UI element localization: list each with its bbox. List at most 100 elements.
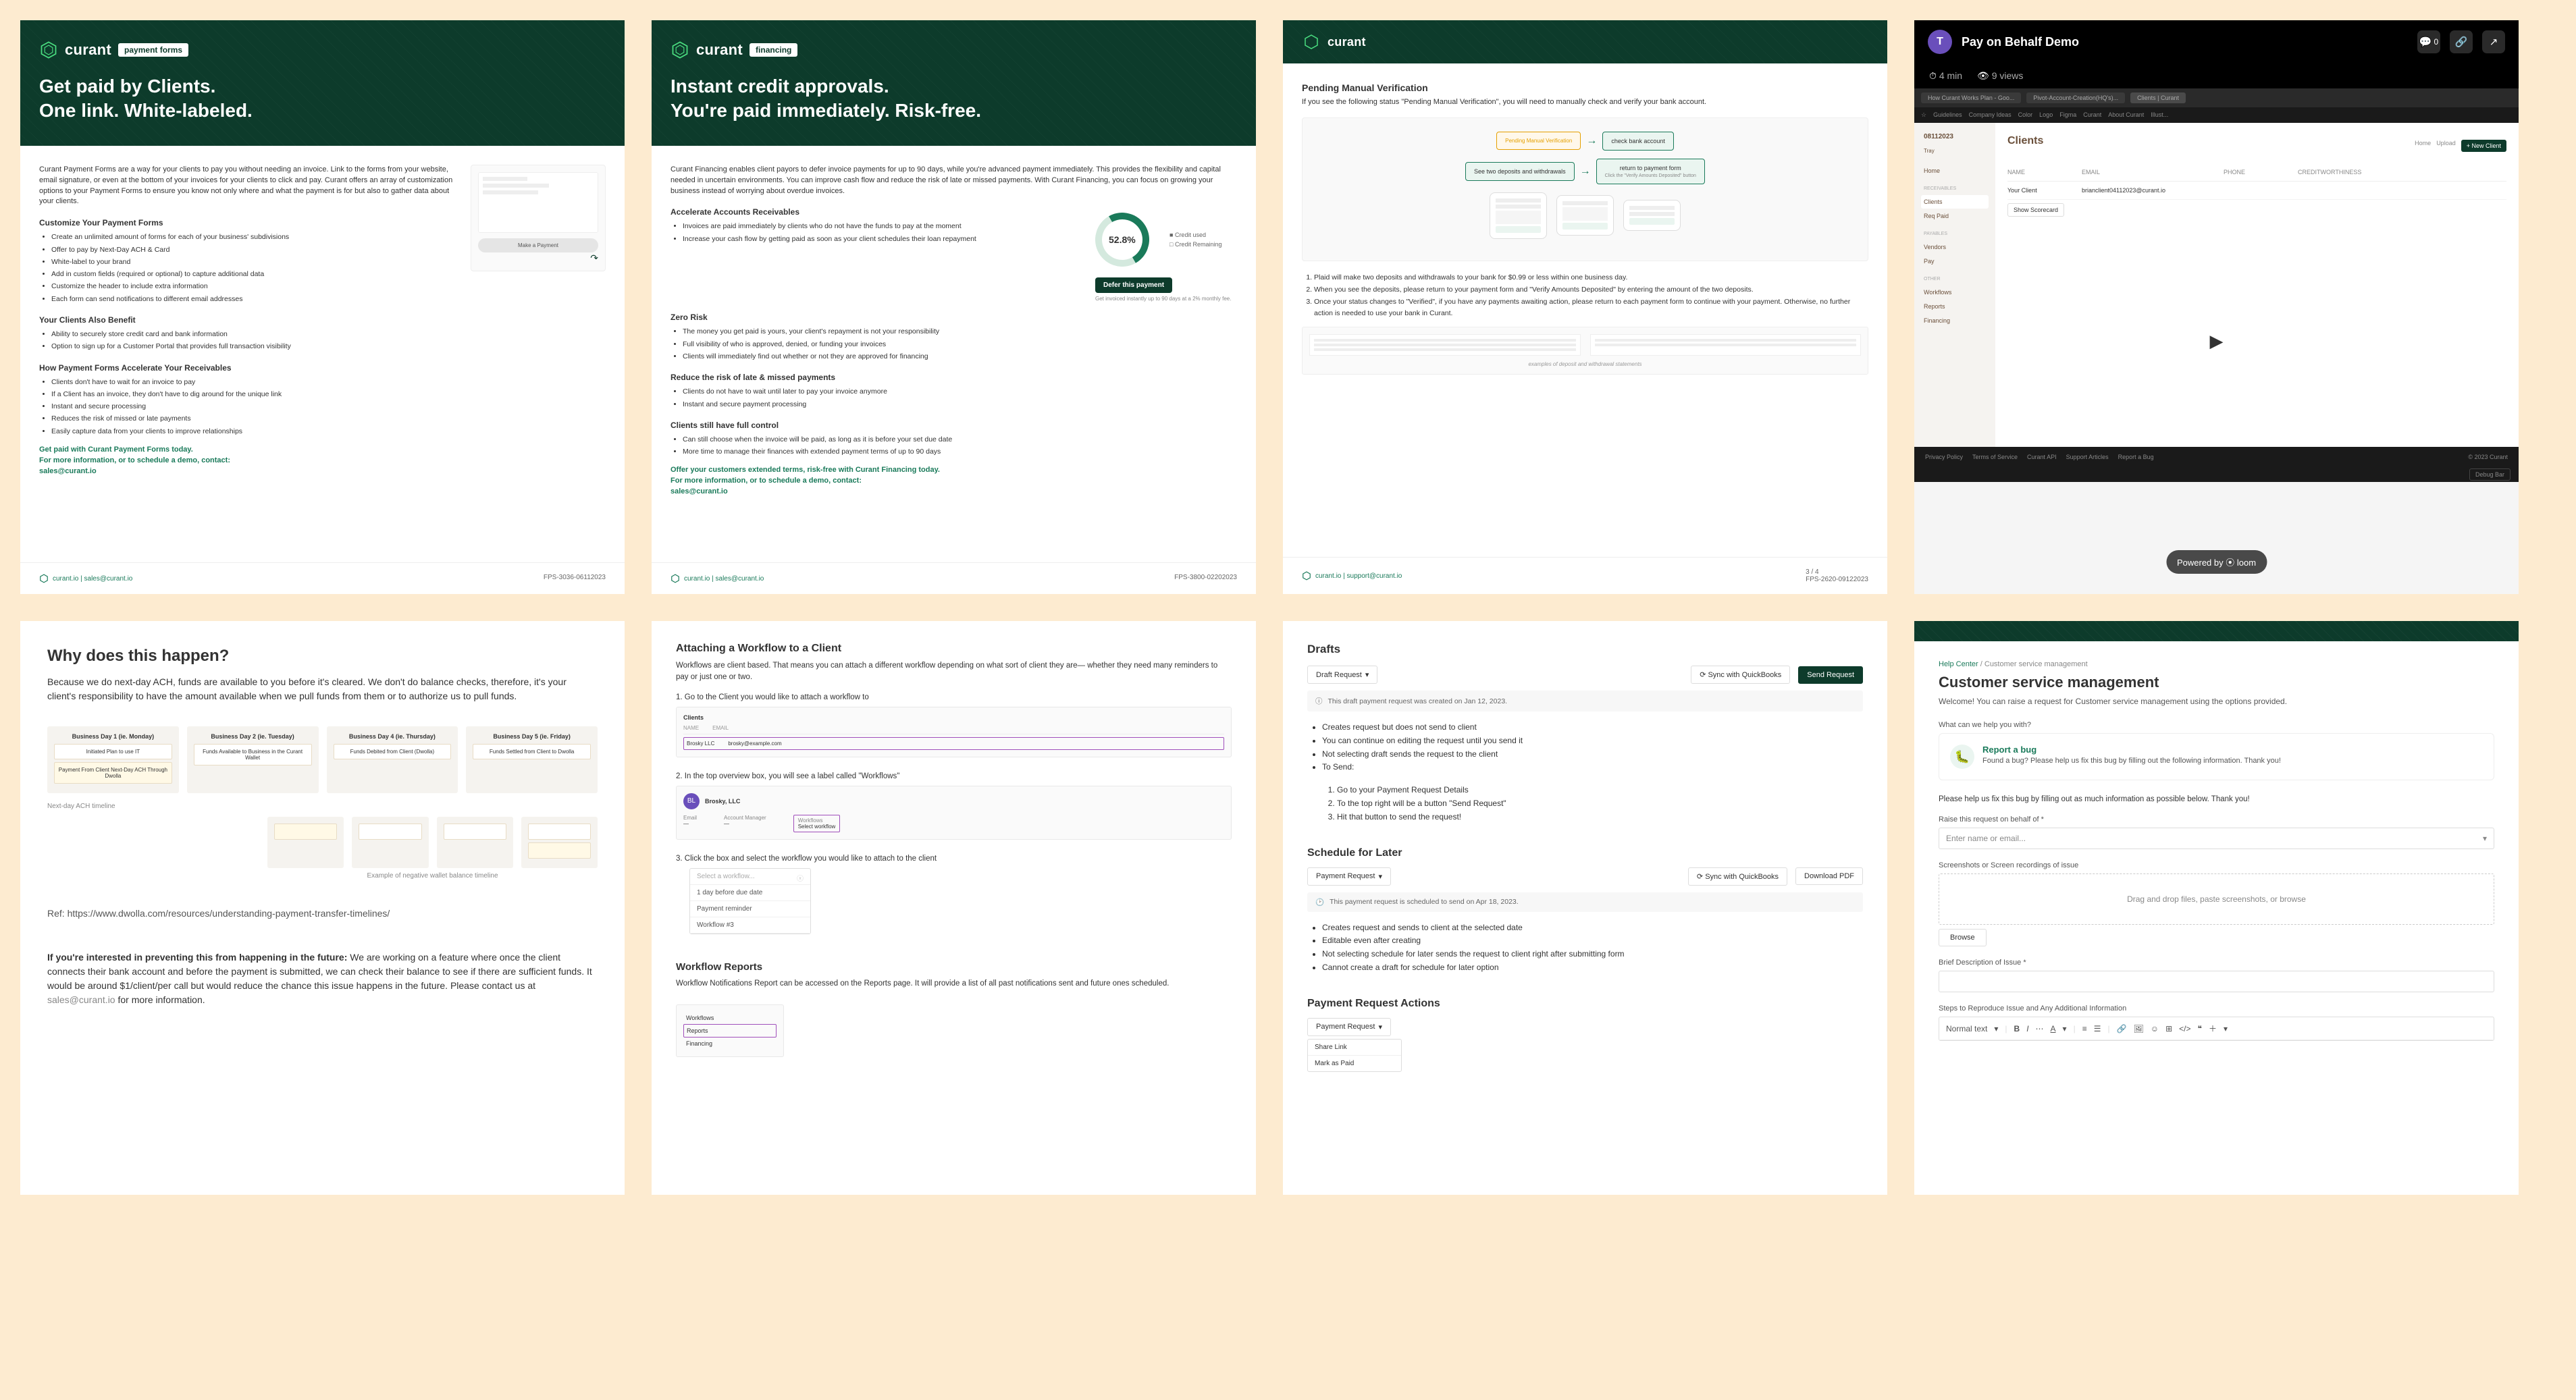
- avatar: T: [1928, 30, 1952, 54]
- workflow-dropdown: Select a workflow... ⓧ 1 day before due …: [689, 868, 811, 934]
- draft-note: ⓘThis draft payment request was created …: [1307, 691, 1863, 711]
- loom-video-card: T Pay on Behalf Demo 💬 0 🔗 ↗ ⏱ 4 min 👁 9…: [1914, 20, 2519, 594]
- chevron-down-icon: ▾: [1378, 1023, 1382, 1031]
- chevron-down-icon: ▾: [2483, 834, 2487, 843]
- brochure-payment-forms: curant payment forms Get paid by Clients…: [20, 20, 625, 594]
- link-icon[interactable]: 🔗: [2450, 30, 2473, 53]
- link-icon[interactable]: 🔗: [2117, 1024, 2127, 1033]
- requester-select[interactable]: Enter name or email...▾: [1939, 828, 2494, 849]
- form-mockup: Make a Payment ↷: [471, 165, 606, 271]
- reference-link: Ref: https://www.dwolla.com/resources/un…: [47, 907, 598, 921]
- chevron-down-icon: ▾: [1365, 670, 1369, 679]
- description-input[interactable]: [1939, 971, 2494, 992]
- views: 👁 9 views: [1977, 70, 2023, 82]
- clients-screenshot: Clients NAMEEMAIL Brosky LLCbrosky@examp…: [676, 707, 1232, 757]
- rich-text-editor[interactable]: Normal text▾ | B I ⋯ A▾ | ≡ ☰ | 🔗 🖼 ☺ ⊞ …: [1939, 1017, 2494, 1041]
- image-icon[interactable]: 🖼: [2134, 1024, 2144, 1033]
- sync-qb-button[interactable]: ⟳ Sync with QuickBooks: [1691, 666, 1790, 684]
- video-title: Pay on Behalf Demo: [1962, 35, 2408, 49]
- footer-contact: curant.io | sales@curant.io: [39, 574, 132, 583]
- external-link-icon[interactable]: ↗: [2482, 30, 2505, 53]
- payment-request-button[interactable]: Payment Request ▾: [1307, 867, 1391, 886]
- sidebar-clients[interactable]: Clients: [1921, 195, 1989, 209]
- code-icon[interactable]: </>: [2179, 1024, 2190, 1033]
- bug-icon: 🐛: [1950, 745, 1974, 769]
- plus-icon[interactable]: ＋: [2209, 1023, 2217, 1034]
- file-dropzone[interactable]: Drag and drop files, paste screenshots, …: [1939, 873, 2494, 925]
- hero-title-a: Get paid by Clients.: [39, 76, 215, 97]
- browser-tabs: How Curant Works Plan - Goo...Pivot-Acco…: [1914, 88, 2519, 107]
- sidebar-pay[interactable]: Pay: [1921, 254, 1989, 268]
- send-request-button[interactable]: Send Request: [1798, 666, 1863, 684]
- video-screenshot[interactable]: How Curant Works Plan - Goo...Pivot-Acco…: [1914, 88, 2519, 594]
- sidebar-reports[interactable]: Reports: [1921, 300, 1989, 313]
- debug-bar-button[interactable]: Debug Bar: [2469, 468, 2511, 481]
- ach-timeline: Business Day 1 (ie. Monday)Initiated Pla…: [47, 726, 598, 793]
- sidebar-home[interactable]: Home: [1921, 164, 1989, 178]
- chevron-down-icon: ▾: [1994, 1024, 1998, 1033]
- browse-button[interactable]: Browse: [1939, 929, 1987, 946]
- italic-icon[interactable]: I: [2026, 1024, 2028, 1033]
- emoji-icon[interactable]: ☺: [2151, 1024, 2159, 1033]
- clock-icon: 🕑: [1315, 898, 1324, 907]
- hero: curant payment forms Get paid by Clients…: [20, 20, 625, 146]
- logo-hex-icon: [671, 574, 680, 583]
- phone-mockup: [1556, 195, 1614, 236]
- phone-mockup: [1490, 192, 1547, 239]
- flow-diagram: Pending Manual Verification → check bank…: [1302, 117, 1868, 261]
- brochure-verification: curant Pending Manual Verification If yo…: [1283, 20, 1887, 594]
- doc-heading: Why does this happen?: [47, 647, 598, 666]
- sidebar-workflows[interactable]: Workflows: [1921, 286, 1989, 299]
- payment-request-dropdown[interactable]: Payment Request ▾: [1307, 1018, 1391, 1036]
- draft-request-button[interactable]: Draft Request ▾: [1307, 666, 1377, 684]
- sync-qb-button[interactable]: ⟳ Sync with QuickBooks: [1688, 867, 1787, 886]
- schedule-note: 🕑This payment request is scheduled to se…: [1307, 892, 1863, 912]
- logo-hex-icon: [39, 41, 58, 59]
- comment-icon[interactable]: 💬 0: [2417, 30, 2440, 53]
- table-row[interactable]: Your Clientbrianclient04112023@curant.io: [2007, 182, 2506, 200]
- sidebar-financing[interactable]: Financing: [1921, 314, 1989, 327]
- doc-drafts: Drafts Draft Request ▾ ⟳ Sync with Quick…: [1283, 621, 1887, 1195]
- support-form: Help Center / Customer service managemen…: [1914, 621, 2519, 1195]
- brochure-financing: curant financing Instant credit approval…: [652, 20, 1256, 594]
- arrow-right-icon: →: [1580, 165, 1591, 178]
- bullet-list-icon[interactable]: ≡: [2082, 1024, 2087, 1033]
- new-client-button[interactable]: + New Client: [2461, 140, 2506, 152]
- page-title: Customer service management: [1939, 674, 2494, 691]
- show-scorecard-button[interactable]: Show Scorecard: [2007, 203, 2064, 217]
- sidebar: 08112023 Tray Home RECEIVABLES Clients R…: [1914, 123, 1995, 447]
- phone-mockup: [1623, 200, 1681, 231]
- bold-icon[interactable]: B: [2014, 1024, 2020, 1033]
- info-icon: ⓘ: [1315, 696, 1323, 706]
- donut-chart: 52.8%: [1089, 207, 1155, 273]
- make-payment-button: Make a Payment: [478, 238, 598, 252]
- statement-mockup: examples of deposit and withdrawal state…: [1302, 327, 1868, 375]
- product-tag: payment forms: [118, 43, 188, 57]
- breadcrumb: Help Center / Customer service managemen…: [1939, 660, 2494, 668]
- logo-hex-icon: [671, 41, 689, 59]
- page-heading: Clients: [2007, 135, 2043, 147]
- request-type-option[interactable]: 🐛 Report a bugFound a bug? Please help u…: [1939, 733, 2494, 780]
- brand: curant: [65, 41, 111, 59]
- logo-hex-icon: [1302, 32, 1321, 51]
- duration: ⏱ 4 min: [1929, 70, 1962, 82]
- play-button-icon[interactable]: ▶: [2193, 318, 2240, 365]
- number-list-icon[interactable]: ☰: [2094, 1024, 2101, 1033]
- table-icon[interactable]: ⊞: [2165, 1024, 2172, 1033]
- defer-payment-button: Defer this payment: [1095, 277, 1172, 293]
- rev-code: FPS-3036-06112023: [544, 574, 606, 583]
- hero-title-b: One link. White-labeled.: [39, 99, 606, 123]
- doc-workflow: Attaching a Workflow to a Client Workflo…: [652, 621, 1256, 1195]
- doc-why-happen: Why does this happen? Because we do next…: [20, 621, 625, 1195]
- text-color-icon[interactable]: A: [2051, 1024, 2056, 1033]
- chevron-down-icon: ▾: [1378, 872, 1382, 881]
- sidebar-vendors[interactable]: Vendors: [1921, 240, 1989, 254]
- bookmarks-bar: ☆GuidelinesCompany IdeasColorLogoFigmaCu…: [1914, 107, 2519, 123]
- section-heading: How Payment Forms Accelerate Your Receiv…: [39, 363, 606, 373]
- quote-icon[interactable]: ❝: [2197, 1024, 2201, 1033]
- client-overview-screenshot: BLBrosky, LLC Email— Account Manager— Wo…: [676, 786, 1232, 840]
- logo-hex-icon: [39, 574, 49, 583]
- download-pdf-button[interactable]: Download PDF: [1795, 867, 1863, 885]
- sidebar-reqpaid[interactable]: Req Paid: [1921, 209, 1989, 223]
- logo-hex-icon: [1302, 571, 1311, 581]
